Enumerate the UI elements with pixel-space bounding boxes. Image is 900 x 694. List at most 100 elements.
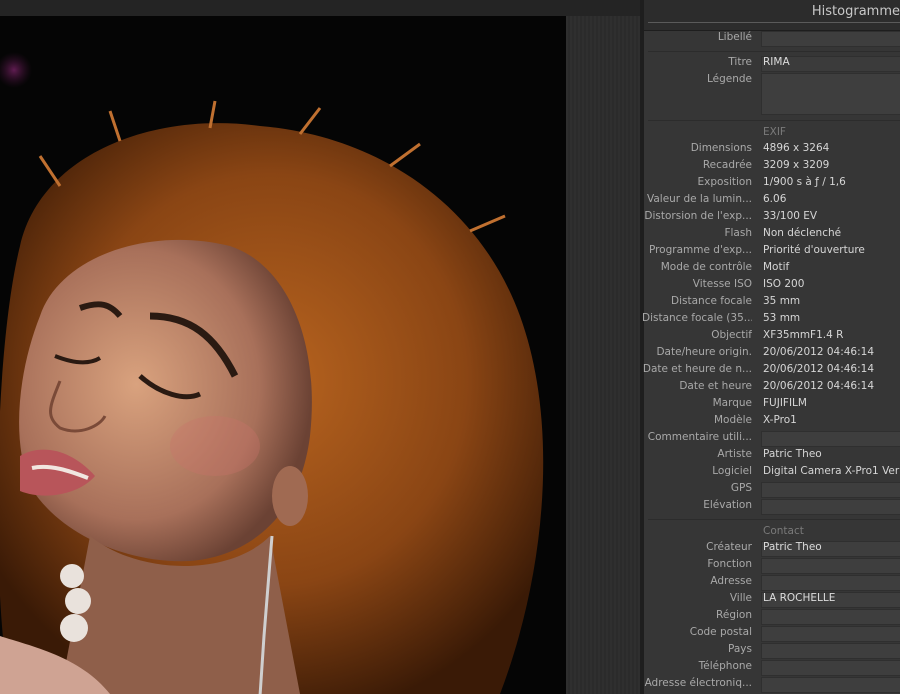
- field-label: Commentaire utili...: [647, 431, 752, 443]
- field-label: Objectif: [711, 329, 752, 341]
- field-label: Région: [716, 609, 752, 621]
- field-value: 33/100 EV: [763, 210, 818, 222]
- metadata-row: Artiste Patric Theo: [644, 447, 900, 464]
- field-input[interactable]: [761, 609, 900, 625]
- field-value: XF35mmF1.4 R: [763, 329, 844, 341]
- metadata-row: Distance focale 35 mm: [644, 294, 900, 311]
- metadata-row: Créateur Patric Theo: [644, 540, 900, 557]
- contact-list: Créateur Patric Theo Fonction Adresse Ville L…: [644, 540, 900, 693]
- metadata-row: Région: [644, 608, 900, 625]
- field-value: 20/06/2012 04:46:14: [763, 363, 875, 375]
- metadata-row: Mode de contrôle Motif: [644, 260, 900, 277]
- metadata-row: Vitesse ISO ISO 200: [644, 277, 900, 294]
- field-input[interactable]: [761, 626, 900, 642]
- field-label: Créateur: [706, 541, 752, 553]
- metadata-panel: Histogramme Libellé Titre RIMA Légende E…: [640, 0, 900, 694]
- field-input[interactable]: [761, 499, 900, 515]
- field-label: Code postal: [689, 626, 752, 638]
- field-input[interactable]: [761, 660, 900, 676]
- field-value: 4896 x 3264: [763, 142, 830, 154]
- field-value: 3209 x 3209: [763, 159, 830, 171]
- metadata-row: Pays: [644, 642, 900, 659]
- field-label: Recadrée: [702, 159, 752, 171]
- field-label: Date/heure origin.: [656, 346, 752, 358]
- field-label: Légende: [706, 73, 752, 85]
- field-input[interactable]: [761, 677, 900, 693]
- metadata-row: GPS: [644, 481, 900, 498]
- field-label: Vitesse ISO: [692, 278, 752, 290]
- field-label: Titre: [728, 56, 752, 68]
- metadata-row: Distance focale (35... 53 mm: [642, 311, 900, 328]
- metadata-row: Flash Non déclenché: [644, 226, 900, 243]
- field-label: Libellé: [717, 31, 752, 43]
- field-input[interactable]: [761, 558, 900, 574]
- metadata-row: Marque FUJIFILM: [644, 396, 900, 413]
- field-value: Digital Camera X-Pro1 Ver1.0: [763, 465, 900, 477]
- metadata-row: Commentaire utili...: [644, 430, 900, 447]
- metadata-row: Programme d'exp... Priorité d'ouverture: [644, 243, 900, 260]
- field-titre: Titre RIMA: [644, 55, 900, 72]
- photo-preview[interactable]: [0, 16, 566, 694]
- separator: [644, 47, 900, 55]
- histogram-header[interactable]: Histogramme: [644, 0, 900, 31]
- field-input[interactable]: [761, 643, 900, 659]
- field-label: GPS: [730, 482, 752, 494]
- field-input[interactable]: [761, 575, 900, 591]
- metadata-row: Fonction: [644, 557, 900, 574]
- field-label: Pays: [728, 643, 752, 655]
- field-value: LA ROCHELLE: [763, 592, 836, 604]
- field-label: Distance focale (35...: [642, 312, 752, 324]
- field-value: X-Pro1: [763, 414, 797, 426]
- header-rule: [648, 22, 900, 23]
- separator: [644, 116, 900, 124]
- metadata-row: Exposition 1/900 s à ƒ / 1,6: [644, 175, 900, 192]
- field-value: FUJIFILM: [763, 397, 807, 409]
- field-label: Fonction: [707, 558, 752, 570]
- field-label: Logiciel: [712, 465, 752, 477]
- field-input[interactable]: [761, 431, 900, 447]
- metadata-row: Modèle X-Pro1: [644, 413, 900, 430]
- field-value: Non déclenché: [763, 227, 842, 239]
- field-label: Date et heure: [679, 380, 752, 392]
- field-label: Valeur de la lumin...: [646, 193, 752, 205]
- label-input[interactable]: [761, 31, 900, 47]
- metadata-row: Objectif XF35mmF1.4 R: [644, 328, 900, 345]
- field-label: Mode de contrôle: [660, 261, 752, 273]
- field-label: Téléphone: [698, 660, 752, 672]
- field-label: Modèle: [714, 414, 752, 426]
- field-label: Exposition: [697, 176, 752, 188]
- field-value: Patric Theo: [763, 541, 822, 553]
- field-value: 53 mm: [763, 312, 801, 324]
- caption-input[interactable]: [761, 73, 900, 115]
- field-value: Priorité d'ouverture: [763, 244, 865, 256]
- metadata-row: Valeur de la lumin... 6.06: [644, 192, 900, 209]
- exif-section-title: EXIF: [644, 124, 900, 141]
- metadata-row: Recadrée 3209 x 3209: [644, 158, 900, 175]
- metadata-row: Code postal: [644, 625, 900, 642]
- section-label: EXIF: [763, 126, 786, 138]
- metadata-row: Elévation: [644, 498, 900, 515]
- contact-section-title: Contact: [644, 523, 900, 540]
- metadata-row: Adresse: [644, 574, 900, 591]
- separator: [644, 515, 900, 523]
- field-label: Flash: [724, 227, 752, 239]
- panel-title: Histogramme: [811, 4, 900, 19]
- field-label: Marque: [712, 397, 752, 409]
- field-input[interactable]: [761, 482, 900, 498]
- field-label: Adresse électroniq...: [644, 677, 752, 689]
- field-value: Patric Theo: [763, 448, 822, 460]
- metadata-row: Date/heure origin. 20/06/2012 04:46:14: [644, 345, 900, 362]
- metadata-row: Date et heure de n... 20/06/2012 04:46:14: [642, 362, 900, 379]
- field-label: Dimensions: [690, 142, 752, 154]
- metadata-row: Date et heure 20/06/2012 04:46:14: [644, 379, 900, 396]
- field-label: Ville: [729, 592, 752, 604]
- field-label: Elévation: [703, 499, 752, 511]
- field-value: 35 mm: [763, 295, 801, 307]
- field-label: Date et heure de n...: [642, 363, 752, 375]
- metadata-row: Adresse électroniq...: [644, 676, 900, 693]
- photo-viewer[interactable]: [0, 0, 640, 694]
- metadata-row: Logiciel Digital Camera X-Pro1 Ver1.0: [644, 464, 900, 481]
- metadata-rows: Libellé Titre RIMA Légende EXIF Dimensio…: [642, 30, 900, 693]
- field-libelle: Libellé: [644, 30, 900, 47]
- field-value: 1/900 s à ƒ / 1,6: [763, 176, 846, 188]
